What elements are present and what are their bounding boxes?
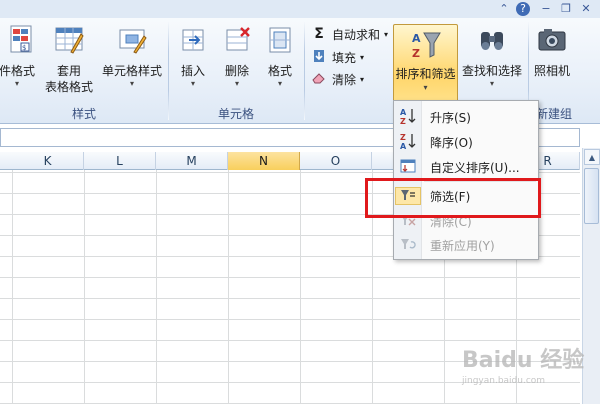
sort-descending-icon: ZA	[395, 132, 421, 153]
reapply-icon	[395, 237, 421, 254]
new-group-label: 新建组	[536, 107, 573, 121]
chevron-down-icon: ▾	[14, 79, 19, 88]
chevron-down-icon: ▾	[190, 79, 195, 88]
help-icon[interactable]: ?	[516, 2, 530, 16]
scroll-up-icon[interactable]: ▲	[584, 149, 600, 165]
conditional-format-icon: $	[10, 25, 32, 53]
chevron-down-icon: ▾	[129, 79, 134, 88]
binoculars-icon	[481, 32, 503, 50]
svg-text:A: A	[400, 108, 407, 117]
ribbon-minimize-icon[interactable]: ⌃	[496, 1, 512, 16]
watermark: Baidu 经验 jingyan.baidu.com	[462, 342, 592, 386]
conditional-format-button[interactable]: $ 件格式 ▾	[0, 24, 40, 89]
delete-button[interactable]: 删除 ▾	[216, 24, 258, 89]
menu-item-reapply: 重新应用(Y)	[395, 234, 537, 256]
clear-button[interactable]: 清除 ▾	[312, 70, 364, 88]
minimize-icon[interactable]: −	[538, 1, 554, 16]
menu-item-label: 重新应用(Y)	[430, 238, 495, 253]
custom-sort-icon	[395, 158, 421, 177]
chevron-down-icon: ▾	[384, 29, 389, 39]
cells-group-label: 单元格	[217, 107, 254, 121]
scroll-thumb[interactable]	[584, 168, 599, 224]
find-select-button[interactable]: 查找和选择 ▾	[460, 24, 524, 89]
svg-text:$: $	[22, 44, 26, 52]
title-strip: ⌃ ? − ❐ ✕	[0, 0, 600, 18]
cell-styles-icon	[119, 29, 147, 54]
chevron-down-icon: ▾	[277, 79, 282, 88]
menu-item-sort-descending[interactable]: ZA 降序(O)	[395, 131, 537, 153]
menu-item-custom-sort[interactable]: 自定义排序(U)...	[395, 156, 537, 178]
delete-cells-icon	[226, 27, 250, 51]
fill-button[interactable]: 填充 ▾	[312, 48, 364, 66]
delete-label: 删除	[224, 64, 249, 78]
chevron-down-icon: ▾	[360, 52, 365, 62]
format-as-table-button[interactable]: 套用 表格格式	[42, 24, 96, 95]
column-header-m[interactable]: M	[156, 152, 228, 170]
conditional-format-label: 件格式	[0, 64, 35, 78]
menu-item-label: 降序(O)	[430, 135, 473, 150]
autosum-button[interactable]: Σ 自动求和 ▾	[312, 25, 388, 43]
fill-down-icon	[312, 49, 326, 66]
column-header-n[interactable]: N	[228, 152, 300, 170]
format-cells-icon	[269, 27, 291, 53]
insert-cells-icon	[182, 29, 204, 51]
sort-filter-icon: A Z	[412, 32, 441, 60]
column-header-k[interactable]: K	[12, 152, 84, 170]
watermark-url: jingyan.baidu.com	[462, 376, 546, 386]
chevron-down-icon: ▾	[360, 74, 365, 84]
highlight-annotation-box	[365, 178, 541, 218]
restore-icon[interactable]: ❐	[558, 1, 574, 16]
chevron-down-icon: ▾	[423, 83, 428, 92]
cell-styles-label: 单元格样式	[101, 64, 162, 78]
svg-text:A: A	[412, 32, 421, 45]
camera-button[interactable]: 照相机	[530, 24, 574, 79]
fill-label: 填充	[332, 50, 357, 65]
column-header-o[interactable]: O	[300, 152, 372, 170]
eraser-icon	[312, 72, 326, 87]
format-label: 格式	[267, 64, 292, 78]
table-format-label-2: 表格格式	[44, 80, 93, 94]
watermark-text: Baidu 经验	[462, 348, 585, 373]
table-format-icon	[55, 27, 84, 54]
clear-label: 清除	[332, 72, 357, 87]
sigma-icon: Σ	[314, 26, 324, 42]
menu-item-label: 升序(S)	[430, 110, 471, 125]
chevron-down-icon: ▾	[234, 79, 239, 88]
autosum-label: 自动求和	[332, 27, 381, 42]
svg-text:A: A	[400, 142, 407, 150]
group-separator	[168, 22, 169, 120]
svg-text:Z: Z	[412, 47, 420, 60]
column-header-l[interactable]: L	[84, 152, 156, 170]
close-icon[interactable]: ✕	[578, 1, 594, 16]
insert-label: 插入	[180, 64, 205, 78]
table-format-label-1: 套用	[56, 64, 81, 78]
insert-button[interactable]: 插入 ▾	[172, 24, 214, 89]
find-select-label: 查找和选择	[461, 64, 522, 78]
styles-group-label: 样式	[71, 107, 96, 121]
group-separator	[304, 22, 305, 120]
svg-text:Z: Z	[400, 133, 406, 142]
camera-icon	[538, 29, 566, 51]
chevron-down-icon: ▾	[489, 79, 494, 88]
menu-item-label: 自定义排序(U)...	[430, 160, 520, 175]
cell-styles-button[interactable]: 单元格样式 ▾	[98, 24, 166, 89]
format-button[interactable]: 格式 ▾	[260, 24, 300, 89]
menu-item-sort-ascending[interactable]: AZ 升序(S)	[395, 106, 537, 128]
sort-filter-label: 排序和筛选	[395, 67, 456, 81]
svg-text:Z: Z	[400, 117, 406, 125]
sort-ascending-icon: AZ	[395, 107, 421, 128]
camera-label: 照相机	[533, 64, 570, 78]
